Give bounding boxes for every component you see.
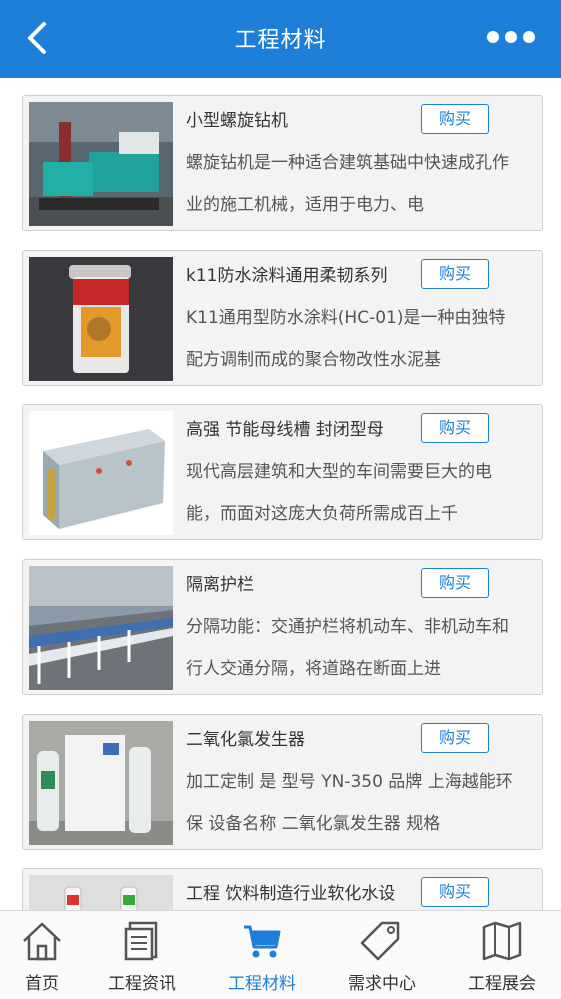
drilling-machine-photo[interactable] bbox=[29, 102, 173, 226]
product-name[interactable]: 高强 节能母线槽 封闭型母 bbox=[186, 415, 418, 440]
map-icon bbox=[482, 921, 522, 961]
tab-home[interactable]: 首页 bbox=[0, 911, 98, 999]
busbar-photo[interactable] bbox=[29, 411, 173, 535]
product-description: K11通用型防水涂料(HC-01)是一种由独特配方调制而成的聚合物改性水泥基 bbox=[186, 308, 506, 370]
tab-materials[interactable]: 工程材料 bbox=[206, 911, 318, 999]
product-description: 螺旋钻机是一种适合建筑基础中快速成孔作业的施工机械，适用于电力、电 bbox=[186, 153, 509, 215]
product-description: 加工定制 是 型号 YN-350 品牌 上海越能环保 设备名称 二氧化氯发生器 … bbox=[186, 772, 513, 834]
tab-label: 需求中心 bbox=[348, 974, 416, 994]
water-softener-photo[interactable] bbox=[29, 875, 173, 910]
product-list[interactable]: 小型螺旋钻机 购买 螺旋钻机是一种适合建筑基础中快速成孔作业的施工机械，适用于电… bbox=[0, 78, 561, 910]
product-name[interactable]: 隔离护栏 bbox=[186, 570, 418, 595]
product-name[interactable]: 二氧化氯发生器 bbox=[186, 725, 418, 750]
buy-button[interactable]: 购买 bbox=[421, 877, 489, 907]
chlorine-generator-photo[interactable] bbox=[29, 721, 173, 845]
paint-bucket-photo[interactable] bbox=[29, 257, 173, 381]
product-description: 现代高层建筑和大型的车间需要巨大的电能，而面对这庞大负荷所需成百上千 bbox=[186, 462, 492, 524]
product-card[interactable]: 高强 节能母线槽 封闭型母 购买 现代高层建筑和大型的车间需要巨大的电能，而面对… bbox=[22, 404, 543, 540]
buy-button[interactable]: 购买 bbox=[421, 568, 489, 598]
news-icon bbox=[124, 921, 158, 961]
cart-icon bbox=[244, 925, 281, 958]
buy-button[interactable]: 购买 bbox=[421, 413, 489, 443]
product-card[interactable]: 隔离护栏 购买 分隔功能：交通护栏将机动车、非机动车和行人交通分隔，将道路在断面… bbox=[22, 559, 543, 695]
tag-icon bbox=[360, 921, 400, 961]
product-name[interactable]: 小型螺旋钻机 bbox=[186, 106, 418, 131]
product-name[interactable]: 工程 饮料制造行业软化水设 bbox=[186, 879, 418, 904]
home-icon bbox=[23, 922, 61, 961]
tab-demand[interactable]: 需求中心 bbox=[326, 911, 438, 999]
guardrail-photo[interactable] bbox=[29, 566, 173, 690]
product-card[interactable]: k11防水涂料通用柔韧系列 购买 K11通用型防水涂料(HC-01)是一种由独特… bbox=[22, 250, 543, 386]
top-bar: 工程材料 bbox=[0, 0, 561, 78]
tab-label: 工程材料 bbox=[228, 974, 296, 994]
product-card[interactable]: 小型螺旋钻机 购买 螺旋钻机是一种适合建筑基础中快速成孔作业的施工机械，适用于电… bbox=[22, 95, 543, 231]
tab-news[interactable]: 工程资讯 bbox=[86, 911, 198, 999]
bottom-tab-bar: 首页 工程资讯 工程材料 需求中心 工程展会 bbox=[0, 910, 561, 999]
buy-button[interactable]: 购买 bbox=[421, 259, 489, 289]
page-title: 工程材料 bbox=[234, 28, 327, 53]
tab-expo[interactable]: 工程展会 bbox=[446, 911, 558, 999]
product-name[interactable]: k11防水涂料通用柔韧系列 bbox=[186, 261, 418, 286]
tab-label: 工程资讯 bbox=[108, 974, 176, 994]
buy-button[interactable]: 购买 bbox=[421, 104, 489, 134]
product-description: 分隔功能：交通护栏将机动车、非机动车和行人交通分隔，将道路在断面上进 bbox=[186, 617, 509, 679]
more-dots-icon[interactable] bbox=[485, 29, 537, 45]
product-card[interactable]: 工程 饮料制造行业软化水设 购买 bbox=[22, 868, 543, 910]
buy-button[interactable]: 购买 bbox=[421, 723, 489, 753]
tab-label: 工程展会 bbox=[468, 974, 536, 994]
product-card[interactable]: 二氧化氯发生器 购买 加工定制 是 型号 YN-350 品牌 上海越能环保 设备… bbox=[22, 714, 543, 850]
tab-label: 首页 bbox=[25, 974, 59, 994]
